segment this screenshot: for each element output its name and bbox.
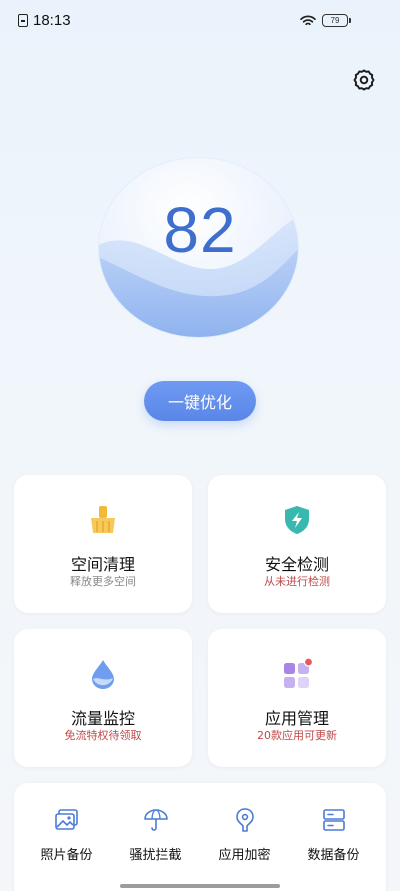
shield-bolt-icon	[285, 506, 309, 534]
tool-label: 数据备份	[307, 848, 360, 863]
one-click-optimize-button[interactable]: 一键优化	[144, 381, 256, 421]
status-right: 79	[300, 14, 351, 27]
card-subtitle: 释放更多空间	[70, 575, 136, 588]
card-title: 流量监控	[70, 709, 135, 728]
apps-grid-icon	[284, 657, 314, 688]
card-title: 空间清理	[70, 555, 135, 574]
card-space-clean[interactable]: 空间清理 释放更多空间	[14, 475, 192, 613]
home-indicator[interactable]	[120, 884, 280, 888]
status-time: 18:13	[33, 12, 71, 29]
status-left: 18:13	[18, 12, 71, 29]
tool-label: 照片备份	[40, 848, 93, 863]
score-value: 82	[163, 194, 237, 266]
card-subtitle: 免流特权待领取	[64, 729, 142, 742]
wifi-icon	[300, 14, 316, 25]
photo-icon	[54, 809, 78, 830]
gear-icon	[353, 69, 375, 91]
lock-icon	[235, 808, 254, 832]
tool-label: 应用加密	[218, 848, 271, 863]
broom-icon	[91, 506, 115, 533]
card-traffic-monitor[interactable]: 流量监控 免流特权待领取	[14, 629, 192, 767]
tool-harassment-block[interactable]: 骚扰拦截	[109, 783, 202, 883]
tool-label: 骚扰拦截	[129, 848, 182, 863]
file-notification-icon	[18, 14, 28, 27]
droplet-icon	[92, 660, 114, 689]
card-subtitle: 20款应用可更新	[257, 729, 337, 742]
card-subtitle: 从未进行检测	[264, 575, 330, 588]
database-icon	[322, 809, 345, 831]
settings-button[interactable]	[352, 68, 376, 92]
card-security-check[interactable]: 安全检测 从未进行检测	[208, 475, 386, 613]
umbrella-icon	[143, 809, 168, 831]
tool-app-lock[interactable]: 应用加密	[198, 783, 291, 883]
tool-data-backup[interactable]: 数据备份	[287, 783, 380, 883]
tool-photo-backup[interactable]: 照片备份	[20, 783, 113, 883]
status-bar: 18:13 79	[0, 0, 400, 44]
card-title: 应用管理	[264, 709, 329, 728]
card-app-management[interactable]: 应用管理 20款应用可更新	[208, 629, 386, 767]
battery-indicator: 79	[322, 14, 351, 27]
tools-panel: 照片备份 骚扰拦截 应用加密 数据备份	[14, 783, 386, 891]
card-title: 安全检测	[264, 555, 329, 574]
